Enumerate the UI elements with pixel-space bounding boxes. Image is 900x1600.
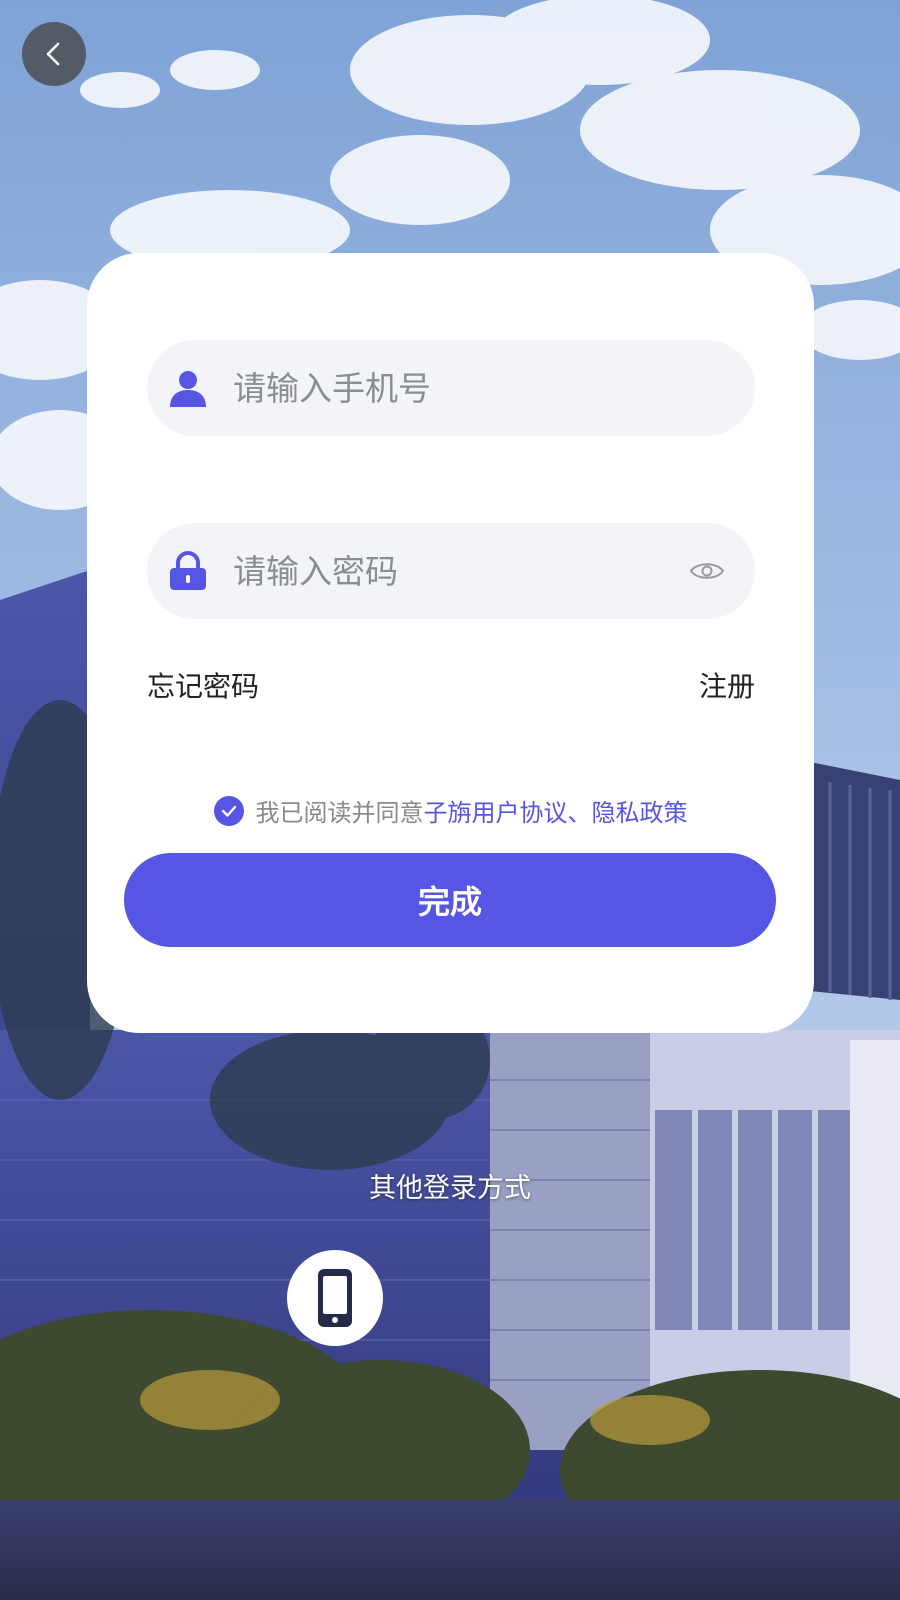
other-login-title: 其他登录方式 [369, 1173, 531, 1204]
privacy-policy-link[interactable]: 隐私政策 [592, 793, 688, 828]
eye-icon[interactable] [689, 559, 725, 583]
login-card: 忘记密码 注册 我已阅读并同意 子旃用户协议 、 隐私政策 完成 [87, 253, 814, 1033]
password-input[interactable] [231, 540, 689, 602]
lock-icon [170, 551, 206, 590]
check-icon [221, 805, 236, 817]
phone-input[interactable] [231, 357, 755, 419]
phone-login-button[interactable] [287, 1250, 383, 1346]
password-field [147, 523, 755, 619]
chevron-left-icon [46, 42, 60, 66]
agreement-checkbox[interactable] [213, 795, 244, 826]
user-agreement-link[interactable]: 子旃用户协议 [424, 793, 568, 828]
agreement-separator: 、 [567, 799, 592, 827]
phone-field [147, 340, 755, 436]
forgot-password-link[interactable]: 忘记密码 [147, 665, 259, 705]
agreement-row: 我已阅读并同意 子旃用户协议 、 隐私政策 [87, 793, 814, 828]
agreement-prefix: 我已阅读并同意 [255, 799, 424, 827]
user-icon [170, 371, 206, 407]
mobile-phone-icon [318, 1269, 352, 1327]
register-link[interactable]: 注册 [699, 665, 755, 705]
back-button[interactable] [22, 22, 86, 86]
submit-button[interactable]: 完成 [124, 853, 776, 947]
